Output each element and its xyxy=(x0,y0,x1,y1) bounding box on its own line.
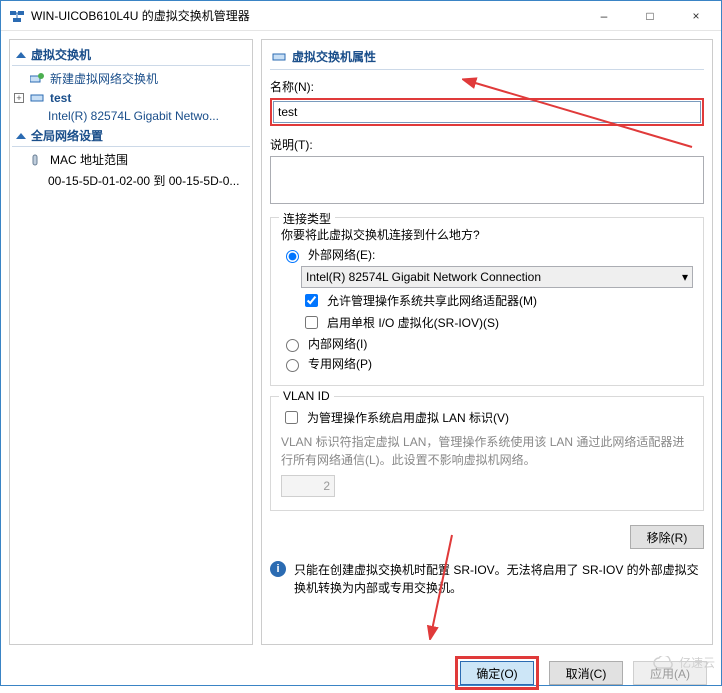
checkbox-sriov[interactable] xyxy=(305,316,318,329)
minimize-button[interactable]: – xyxy=(581,1,627,31)
window-title: WIN-UICOB610L4U 的虚拟交换机管理器 xyxy=(31,7,581,24)
sidebar-item-mac-range[interactable]: MAC 地址范围 xyxy=(12,149,250,170)
chevron-up-icon xyxy=(16,133,26,139)
properties-panel: 虚拟交换机属性 名称(N): 说明(T): 连接类型 你要将此虚拟交换机连接到什… xyxy=(261,39,713,645)
dialog-footer: 确定(O) 取消(C) 应用(A) xyxy=(1,653,721,693)
radio-internal[interactable] xyxy=(286,339,299,352)
sidebar-item-nic[interactable]: Intel(R) 82574L Gigabit Netwo... xyxy=(12,107,250,125)
vlan-group: VLAN ID 为管理操作系统启用虚拟 LAN 标识(V) VLAN 标识符指定… xyxy=(270,396,704,511)
cancel-button[interactable]: 取消(C) xyxy=(549,661,623,685)
maximize-button[interactable]: □ xyxy=(627,1,673,31)
checkbox-sriov-label: 启用单根 I/O 虚拟化(SR-IOV)(S) xyxy=(327,314,499,331)
expand-icon[interactable]: + xyxy=(14,93,24,103)
name-label: 名称(N): xyxy=(270,78,704,95)
connection-type-group: 连接类型 你要将此虚拟交换机连接到什么地方? 外部网络(E): Intel(R)… xyxy=(270,217,704,386)
desc-textarea[interactable] xyxy=(270,156,704,204)
radio-internal-label: 内部网络(I) xyxy=(308,335,367,352)
desc-label: 说明(T): xyxy=(270,136,704,153)
checkbox-vlan-label: 为管理操作系统启用虚拟 LAN 标识(V) xyxy=(307,409,509,426)
name-input[interactable] xyxy=(273,101,701,123)
chevron-up-icon xyxy=(16,52,26,58)
connection-question: 你要将此虚拟交换机连接到什么地方? xyxy=(281,226,693,243)
info-text: 只能在创建虚拟交换机时配置 SR-IOV。无法将启用了 SR-IOV 的外部虚拟… xyxy=(294,561,704,597)
close-button[interactable]: × xyxy=(673,1,719,31)
checkbox-allow-mgmt[interactable] xyxy=(305,294,318,307)
title-bar: WIN-UICOB610L4U 的虚拟交换机管理器 – □ × xyxy=(1,1,721,31)
info-row: i 只能在创建虚拟交换机时配置 SR-IOV。无法将启用了 SR-IOV 的外部… xyxy=(270,561,704,597)
watermark: 亿速云 xyxy=(653,654,715,671)
sidebar-item-test[interactable]: test xyxy=(26,89,73,107)
section-virtual-switches[interactable]: 虚拟交换机 xyxy=(12,44,250,66)
switch-icon xyxy=(272,51,286,63)
sidebar-item-new-vswitch[interactable]: 新建虚拟网络交换机 xyxy=(12,68,250,89)
radio-external[interactable] xyxy=(286,250,299,263)
vlan-legend: VLAN ID xyxy=(279,389,334,403)
chevron-down-icon: ▾ xyxy=(682,270,688,284)
connection-legend: 连接类型 xyxy=(279,210,335,227)
info-icon: i xyxy=(270,561,286,577)
vlan-id-input: 2 xyxy=(281,475,335,497)
properties-header: 虚拟交换机属性 xyxy=(270,46,704,70)
sidebar-item-mac-value: 00-15-5D-01-02-00 到 00-15-5D-0... xyxy=(12,170,250,191)
radio-private[interactable] xyxy=(286,359,299,372)
section-global[interactable]: 全局网络设置 xyxy=(12,125,250,147)
new-switch-icon xyxy=(30,73,44,85)
ok-button[interactable]: 确定(O) xyxy=(460,661,534,685)
vlan-hint: VLAN 标识符指定虚拟 LAN，管理操作系统使用该 LAN 通过此网络适配器进… xyxy=(281,433,693,469)
radio-external-label: 外部网络(E): xyxy=(308,246,375,263)
sidebar: 虚拟交换机 新建虚拟网络交换机 + test Intel(R) 82574L G… xyxy=(9,39,253,645)
mac-icon xyxy=(30,154,44,166)
switch-icon xyxy=(30,92,44,104)
radio-private-label: 专用网络(P) xyxy=(308,355,372,372)
app-icon xyxy=(9,8,25,24)
checkbox-vlan-enable[interactable] xyxy=(285,411,298,424)
checkbox-allow-mgmt-label: 允许管理操作系统共享此网络适配器(M) xyxy=(327,292,537,309)
remove-button[interactable]: 移除(R) xyxy=(630,525,704,549)
nic-select[interactable]: Intel(R) 82574L Gigabit Network Connecti… xyxy=(301,266,693,288)
